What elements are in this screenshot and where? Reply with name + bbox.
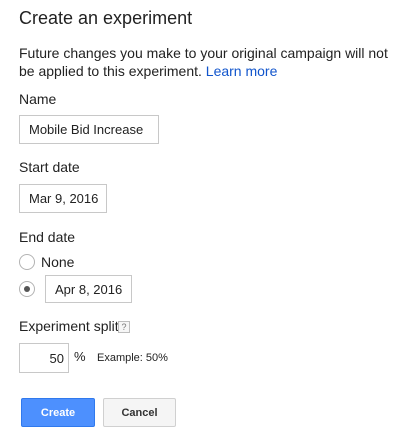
create-button[interactable]: Create <box>21 398 95 427</box>
end-date-none-radio[interactable] <box>19 254 35 270</box>
split-percent-value: 50 <box>49 350 64 366</box>
split-example-text: Example: 50% <box>97 352 168 364</box>
end-date-input[interactable]: Apr 8, 2016 <box>45 275 132 303</box>
name-input[interactable]: Mobile Bid Increase <box>19 115 159 144</box>
end-date-none-label: None <box>41 254 75 270</box>
dialog-title: Create an experiment <box>19 8 193 28</box>
end-date-value: Apr 8, 2016 <box>55 281 123 297</box>
end-date-label: End date <box>19 229 76 245</box>
learn-more-link[interactable]: Learn more <box>206 63 278 79</box>
cancel-button[interactable]: Cancel <box>103 398 176 427</box>
start-date-input[interactable]: Mar 9, 2016 <box>19 184 107 213</box>
description-text: Future changes you make to your original… <box>19 45 388 79</box>
split-percent-input[interactable]: 50 <box>19 343 69 373</box>
experiment-split-label: Experiment split <box>19 318 119 334</box>
start-date-label: Start date <box>19 159 80 175</box>
dialog-description: Future changes you make to your original… <box>19 44 394 80</box>
create-experiment-dialog: Create an experiment Future changes you … <box>0 0 407 443</box>
start-date-value: Mar 9, 2016 <box>29 191 99 206</box>
end-date-custom-radio[interactable] <box>19 281 35 297</box>
help-icon[interactable]: ? <box>118 321 130 333</box>
name-input-value: Mobile Bid Increase <box>29 122 144 137</box>
percent-sign: % <box>74 349 86 364</box>
name-label: Name <box>19 91 57 107</box>
